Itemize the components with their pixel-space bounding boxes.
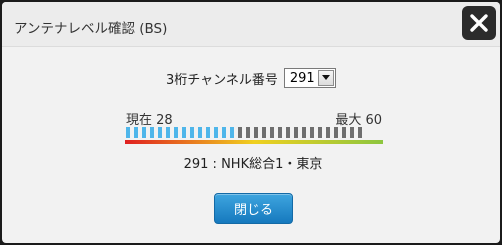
level-segment-empty xyxy=(246,127,250,138)
level-segment-filled xyxy=(174,127,178,138)
level-segment-filled xyxy=(222,127,226,138)
level-segment-filled xyxy=(150,127,154,138)
antenna-level-meter xyxy=(125,127,383,144)
close-icon xyxy=(469,13,489,33)
close-dialog-button[interactable]: 閉じる xyxy=(214,193,293,224)
dialog-title: アンテナレベル確認 (BS) xyxy=(14,21,168,37)
level-segment-empty xyxy=(358,127,362,138)
channel-number-value: 291 xyxy=(289,70,315,86)
level-segment-empty xyxy=(342,127,346,138)
level-segment-filled xyxy=(158,127,162,138)
level-segment-filled xyxy=(190,127,194,138)
level-segment-empty xyxy=(318,127,322,138)
level-segment-empty xyxy=(254,127,258,138)
level-segment-empty xyxy=(326,127,330,138)
level-segment-empty xyxy=(238,127,242,138)
level-labels: 現在 28 最大 60 xyxy=(126,109,382,128)
channel-number-select[interactable]: 291 xyxy=(283,68,336,88)
title-bar: アンテナレベル確認 (BS) xyxy=(2,2,500,47)
level-segment-empty xyxy=(286,127,290,138)
level-segment-empty xyxy=(310,127,314,138)
level-color-scale xyxy=(125,140,383,144)
level-segment-filled xyxy=(126,127,130,138)
level-segment-filled xyxy=(142,127,146,138)
level-segment-empty xyxy=(334,127,338,138)
level-segment-empty xyxy=(270,127,274,138)
channel-name: 291 : NHK総合1・東京 xyxy=(183,157,323,172)
level-segment-empty xyxy=(278,127,282,138)
level-segment-filled xyxy=(166,127,170,138)
current-level-label: 現在 28 xyxy=(126,113,173,128)
close-dialog-button-label: 閉じる xyxy=(233,203,273,218)
level-segment-filled xyxy=(206,127,210,138)
level-segment-empty xyxy=(294,127,298,138)
channel-number-label: 3桁チャンネル番号 xyxy=(166,72,278,88)
level-segment-filled xyxy=(230,127,234,138)
level-segment-empty xyxy=(262,127,266,138)
level-segment-filled xyxy=(134,127,138,138)
level-segment-filled xyxy=(214,127,218,138)
level-segment-filled xyxy=(198,127,202,138)
max-level-label: 最大 60 xyxy=(335,113,382,128)
chevron-down-icon[interactable] xyxy=(317,70,334,86)
level-segment-empty xyxy=(302,127,306,138)
level-segment-empty xyxy=(350,127,354,138)
channel-row: 3桁チャンネル番号 291 xyxy=(166,68,336,88)
close-button[interactable] xyxy=(462,6,496,40)
antenna-level-dialog: アンテナレベル確認 (BS) 3桁チャンネル番号 291 現在 28 最大 60… xyxy=(2,2,500,243)
level-segment-filled xyxy=(182,127,186,138)
